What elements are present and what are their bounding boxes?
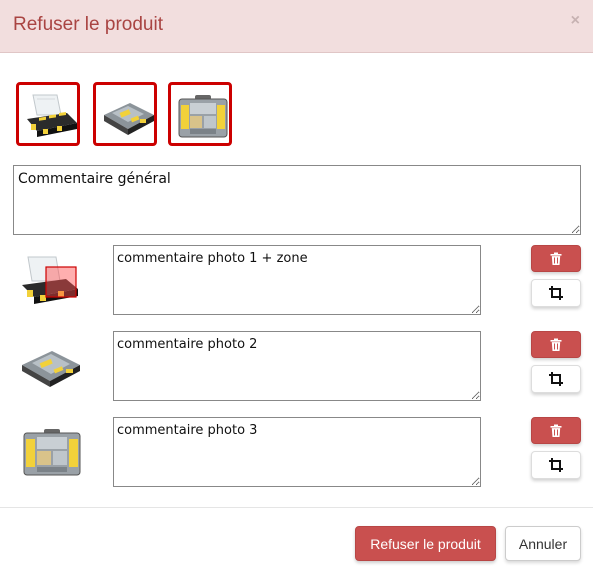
crop-icon <box>549 458 563 472</box>
photo-1-comment-field[interactable]: commentaire photo 1 + zone <box>113 245 481 315</box>
modal-title: Refuser le produit <box>13 14 163 35</box>
modal-footer: Refuser le produit Annuler <box>0 507 593 571</box>
delete-photo-3-button[interactable] <box>531 417 581 444</box>
refuse-product-button[interactable]: Refuser le produit <box>355 526 496 561</box>
trash-icon <box>550 252 562 265</box>
thumbnail-photo-3[interactable] <box>168 82 232 146</box>
organizer-box-angled-image <box>22 351 80 387</box>
photo-comment-row-2: commentaire photo 2 <box>0 331 593 403</box>
crop-icon <box>549 372 563 386</box>
photo-comment-row-1: commentaire photo 1 + zone <box>0 245 593 317</box>
delete-photo-1-button[interactable] <box>531 245 581 272</box>
photo-comment-row-3: commentaire photo 3 <box>0 417 593 489</box>
trash-icon <box>550 424 562 437</box>
thumbnail-photo-2[interactable] <box>93 82 157 146</box>
organizer-box-front-image <box>178 95 228 138</box>
photo-3-comment-field[interactable]: commentaire photo 3 <box>113 417 481 487</box>
crop-photo-3-button[interactable] <box>531 451 581 479</box>
photo-2-comment-field[interactable]: commentaire photo 2 <box>113 331 481 401</box>
open-organizer-box-image <box>22 256 78 304</box>
organizer-box-front-image <box>23 429 81 476</box>
delete-photo-2-button[interactable] <box>531 331 581 358</box>
close-icon[interactable]: × <box>571 13 580 29</box>
crop-photo-2-button[interactable] <box>531 365 581 393</box>
crop-photo-1-button[interactable] <box>531 279 581 307</box>
general-comment-field[interactable]: Commentaire général <box>13 165 581 235</box>
selected-zone[interactable] <box>45 266 77 298</box>
trash-icon <box>550 338 562 351</box>
crop-icon <box>549 286 563 300</box>
cancel-button[interactable]: Annuler <box>505 526 581 561</box>
thumbnail-photo-1[interactable] <box>16 82 80 146</box>
organizer-box-angled-image <box>104 103 154 135</box>
open-organizer-box-image <box>27 94 77 137</box>
refuse-product-modal: Refuser le produit × Commentaire général… <box>0 0 593 570</box>
modal-header: Refuser le produit × <box>0 0 593 53</box>
